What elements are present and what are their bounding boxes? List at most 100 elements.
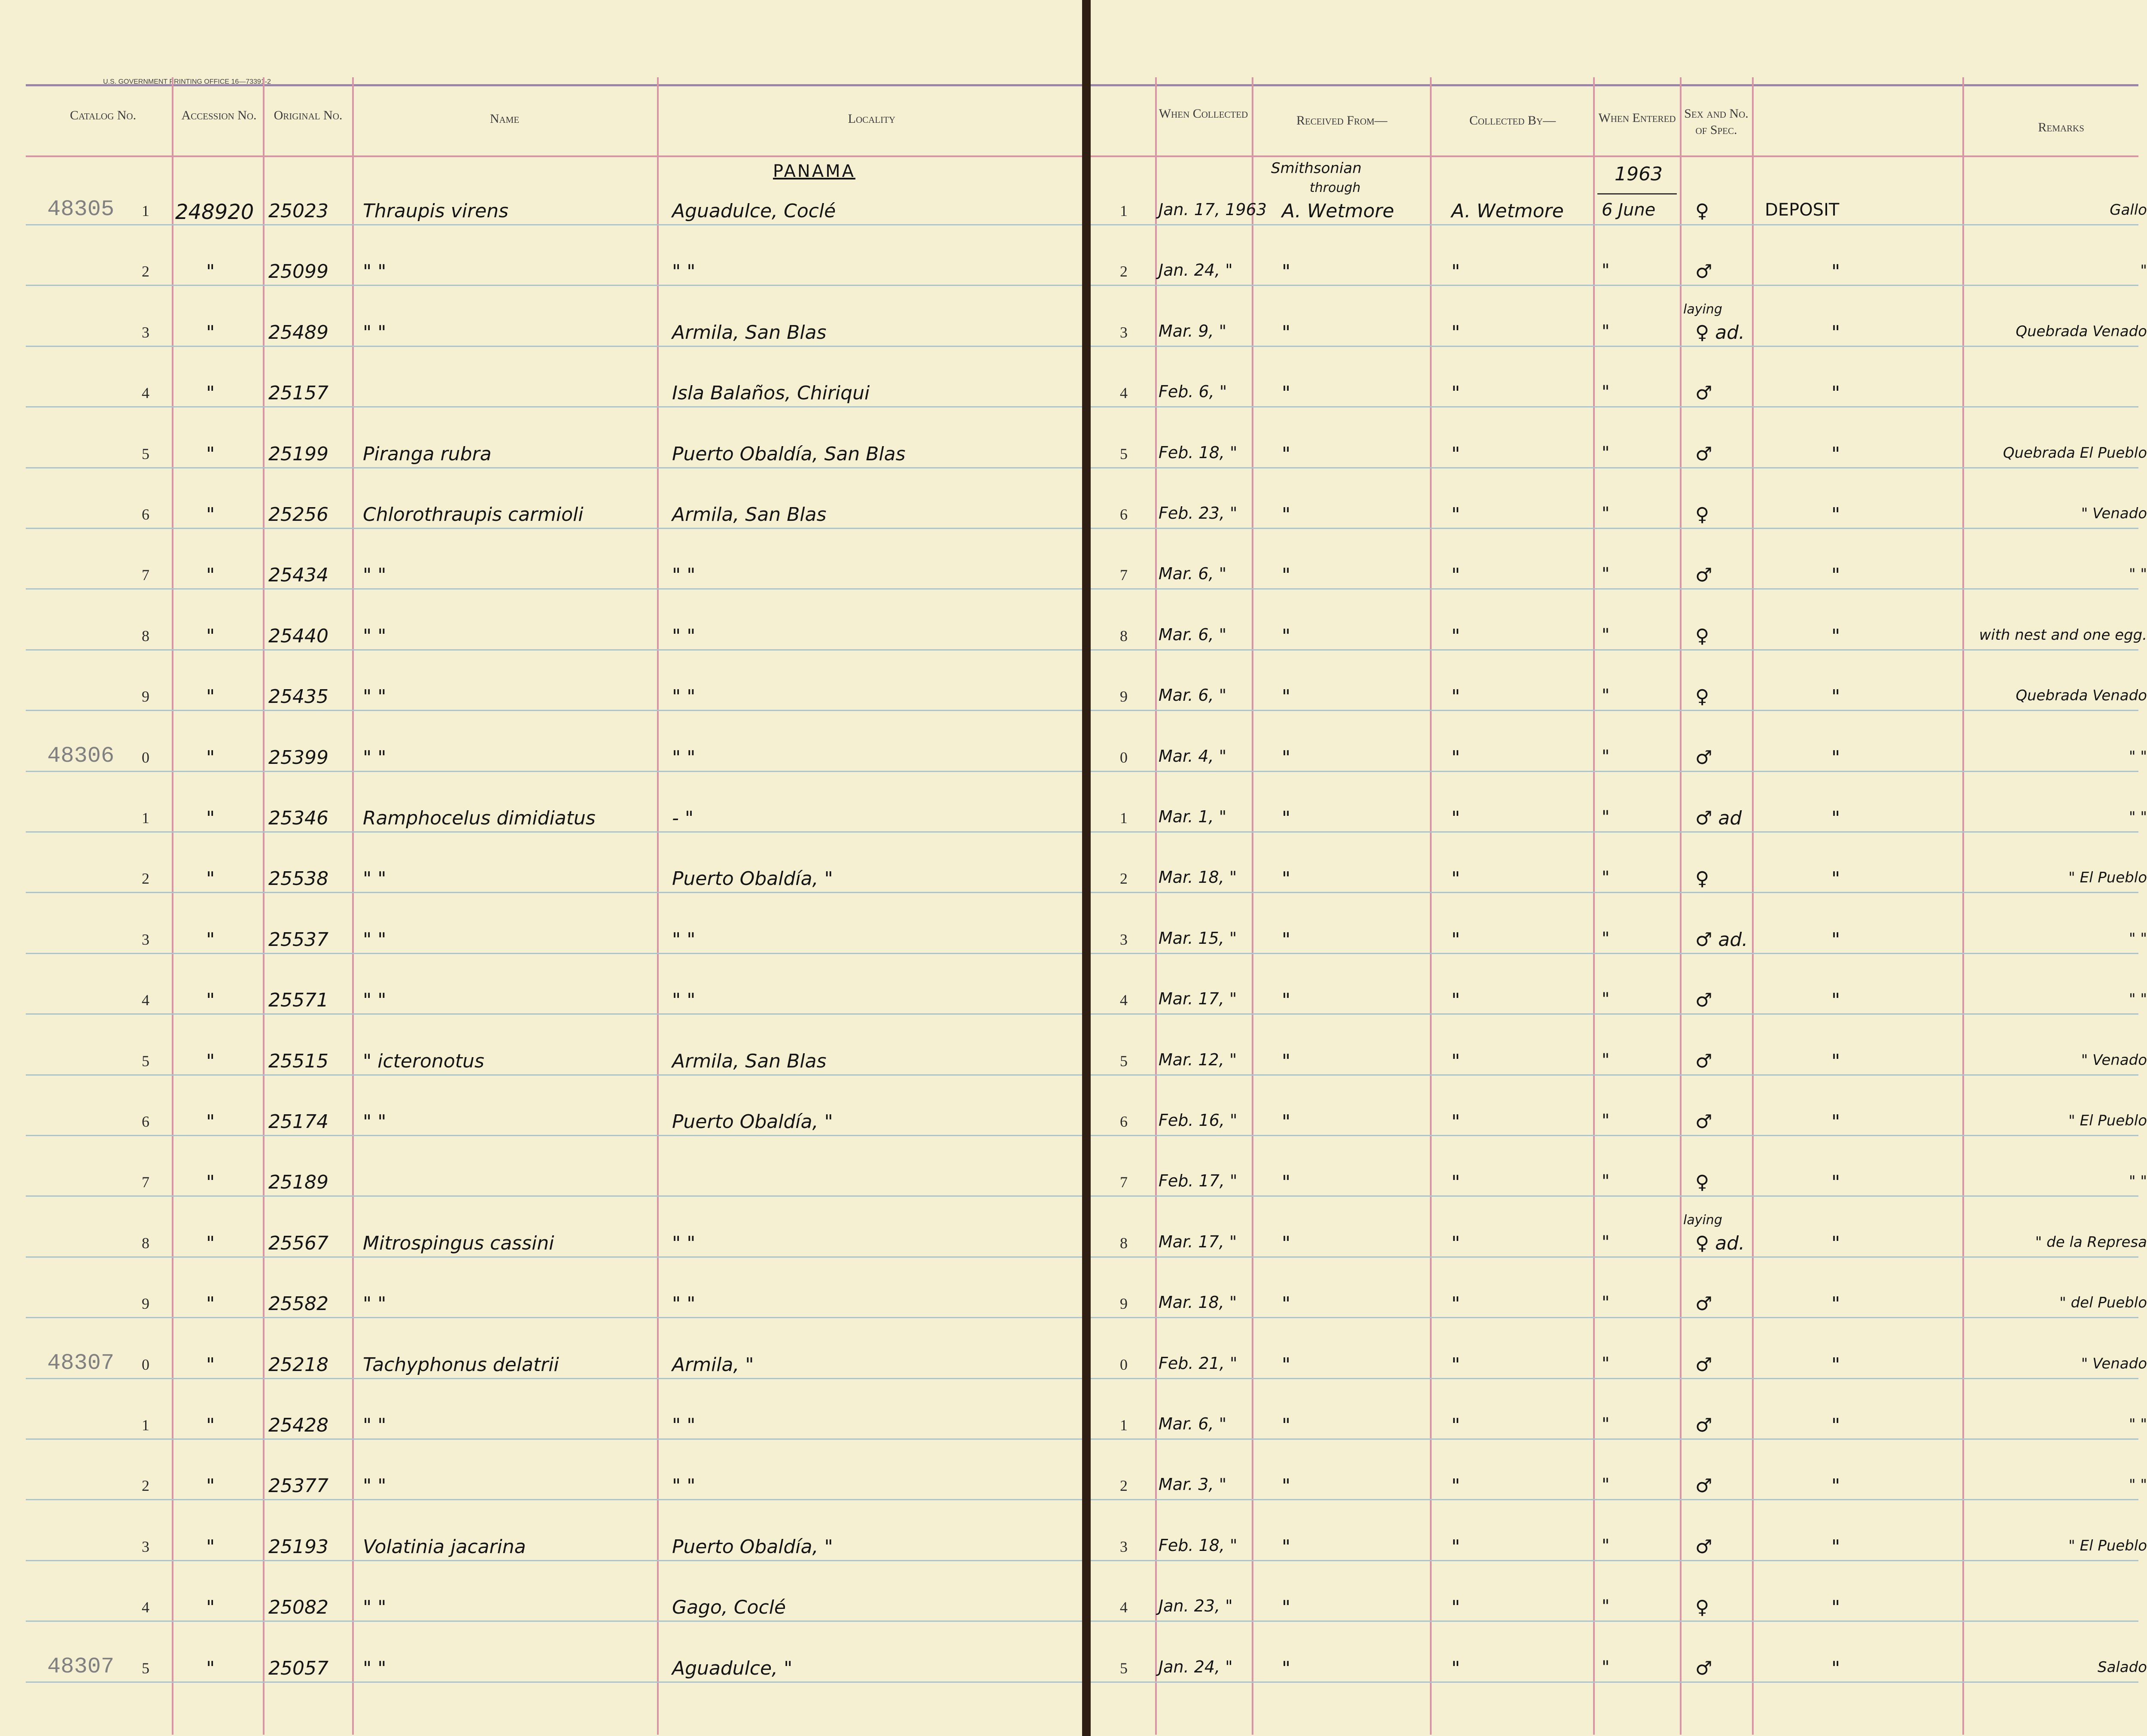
ruled-line <box>1091 1620 2138 1622</box>
sex-symbol: ♀ <box>1695 1171 1709 1194</box>
sex-symbol: ♂ <box>1695 382 1712 404</box>
ruled-line <box>26 1135 1082 1136</box>
catalog-digit: 1 <box>142 809 149 827</box>
deposit-note: " <box>1831 928 1840 951</box>
received-from: " <box>1282 1050 1291 1072</box>
original-number: 25346 <box>268 807 328 829</box>
received-from: " <box>1282 1353 1291 1376</box>
locality: Aguadulce, Coclé <box>672 200 836 222</box>
received-from: " <box>1282 1414 1291 1436</box>
remarks: " El Pueblo <box>2068 1537 2147 1554</box>
date-collected: Feb. 18, " <box>1159 443 1238 462</box>
catalog-digit: 9 <box>142 688 149 705</box>
received-from: " <box>1282 321 1291 344</box>
catalog-digit: 4 <box>142 384 149 402</box>
accession-number: " <box>206 1111 215 1133</box>
remarks-header: Remarks <box>2038 120 2084 134</box>
accession-number: " <box>206 1293 215 1315</box>
collected-by: " <box>1451 1171 1460 1194</box>
ruled-line <box>1091 467 2138 468</box>
ruled-line <box>26 467 1082 468</box>
collected-digit: 4 <box>1120 991 1128 1009</box>
deposit-note: " <box>1831 382 1840 404</box>
accession-number: " <box>206 868 215 890</box>
catalog-digit: 7 <box>142 566 149 584</box>
original-number: 25256 <box>268 504 328 526</box>
sex-symbol: ♂ <box>1695 1535 1712 1558</box>
deposit-note: " <box>1831 1535 1840 1558</box>
collected-digit: 2 <box>1120 263 1128 280</box>
date-collected: Mar. 6, " <box>1159 1414 1227 1433</box>
ruled-line <box>26 1195 1082 1197</box>
original-number: 25377 <box>268 1475 328 1497</box>
catalog-digit: 2 <box>142 1477 149 1495</box>
remarks: " Venado <box>2081 1051 2147 1069</box>
collected-digit: 5 <box>1120 1052 1128 1070</box>
header-rule <box>26 84 1082 86</box>
sex-header: Sex and No. of Spec. <box>1684 106 1749 137</box>
catalog-stamp: 48307 <box>47 1654 115 1679</box>
received-from: A. Wetmore <box>1282 200 1394 222</box>
ruled-line <box>26 831 1082 833</box>
sex-symbol: ♂ <box>1695 1353 1712 1376</box>
sex-symbol: ♂ <box>1695 1050 1712 1072</box>
ruled-line <box>1091 952 2138 954</box>
accession-number: " <box>206 443 215 465</box>
accession-number: " <box>206 1475 215 1497</box>
received-from: " <box>1282 807 1291 829</box>
collected-by: " <box>1451 686 1460 708</box>
ruled-line <box>26 1438 1082 1440</box>
header-bottom-rule <box>26 155 1082 157</box>
catalog-digit: 4 <box>142 991 149 1009</box>
remarks: " " <box>2129 809 2147 826</box>
original-number: 25434 <box>268 564 328 587</box>
sex-symbol: ♂ ad <box>1695 807 1742 829</box>
date-collected: Feb. 23, " <box>1159 504 1238 523</box>
remarks: " " <box>2129 1476 2147 1494</box>
ruled-line <box>1091 1013 2138 1015</box>
accession-number: " <box>206 321 215 344</box>
original-number: 25440 <box>268 625 328 647</box>
accession-number: " <box>206 928 215 951</box>
original-number: 25428 <box>268 1414 328 1436</box>
date-collected: Mar. 15, " <box>1159 928 1237 948</box>
received-from-note-2: through <box>1310 180 1361 195</box>
date-entered: " <box>1602 686 1610 706</box>
collected-by: " <box>1451 1050 1460 1072</box>
collected-by: " <box>1451 1414 1460 1436</box>
ruled-line <box>1091 892 2138 894</box>
collected-by: " <box>1451 868 1460 890</box>
locality: Puerto Obaldía, San Blas <box>672 443 906 465</box>
received-from: " <box>1282 504 1291 526</box>
received-from: " <box>1282 261 1291 283</box>
entered-year-underline <box>1597 193 1677 195</box>
date-collected: Mar. 18, " <box>1159 868 1237 887</box>
ruled-line <box>1091 1438 2138 1440</box>
locality: " " <box>672 989 696 1012</box>
original-number: 25435 <box>268 686 328 708</box>
ruled-line <box>26 649 1082 651</box>
catalog-digit: 9 <box>142 1295 149 1313</box>
catalog-digit: 4 <box>142 1599 149 1616</box>
catalog-digit: 1 <box>142 1417 149 1434</box>
accession-number: " <box>206 1657 215 1679</box>
accession-number: " <box>206 1414 215 1436</box>
original-number: 25193 <box>268 1535 328 1558</box>
accession-number: " <box>206 261 215 283</box>
received-from: " <box>1282 1293 1291 1315</box>
remarks: Quebrada Venado <box>2016 687 2147 705</box>
ruled-line <box>1091 1499 2138 1501</box>
collected-by: A. Wetmore <box>1451 200 1564 222</box>
species-name: " " <box>363 625 386 647</box>
ruled-line <box>26 1681 1082 1683</box>
collected-digit: 9 <box>1120 1295 1128 1313</box>
original-number: 25489 <box>268 321 328 344</box>
catalog-digit: 5 <box>142 1052 149 1070</box>
collected-by: " <box>1451 1111 1460 1133</box>
column-divider <box>1155 77 1157 1735</box>
collected-by: " <box>1451 1596 1460 1619</box>
deposit-note: " <box>1831 443 1840 465</box>
species-name: " " <box>363 868 386 890</box>
column-divider <box>1252 77 1253 1735</box>
date-entered: " <box>1602 321 1610 341</box>
